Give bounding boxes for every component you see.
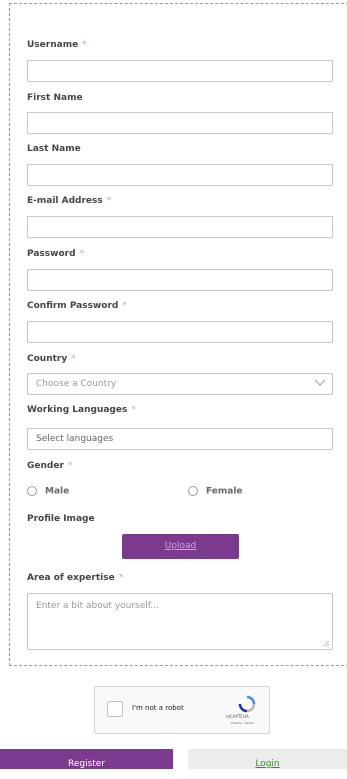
recaptcha-label: I'm not a robot	[132, 704, 184, 712]
recaptcha-checkbox[interactable]	[107, 701, 123, 717]
email-label: E-mail Address *	[27, 196, 112, 206]
profile-image-label: Profile Image	[27, 514, 95, 524]
radio-circle[interactable]	[27, 486, 37, 496]
expertise-label: Area of expertise *	[27, 573, 124, 583]
username-label: Username *	[27, 40, 87, 50]
username-input[interactable]	[27, 60, 333, 82]
confirm-password-label: Confirm Password *	[27, 301, 127, 311]
expertise-placeholder: Enter a bit about yourself...	[36, 601, 159, 611]
gender-label: Gender *	[27, 461, 73, 471]
expertise-textarea[interactable]: Enter a bit about yourself...	[27, 593, 333, 650]
gender-option-label: Female	[206, 486, 243, 497]
chevron-down-icon	[314, 379, 326, 386]
last-name-label: Last Name	[27, 144, 81, 154]
login-button[interactable]: Login	[188, 749, 347, 769]
first-name-input[interactable]	[27, 112, 333, 134]
gender-option-label: Male	[45, 486, 70, 497]
required-mark: *	[131, 405, 136, 415]
upload-button[interactable]: Upload	[122, 534, 239, 559]
working-languages-label: Working Languages *	[27, 405, 136, 415]
required-mark: *	[71, 354, 76, 364]
password-label: Password *	[27, 249, 85, 259]
register-button[interactable]: Register	[0, 749, 173, 769]
resize-handle-icon[interactable]	[323, 640, 330, 647]
recaptcha-links[interactable]: Privacy - Terms	[231, 721, 254, 725]
first-name-label: First Name	[27, 93, 83, 103]
gender-option-female[interactable]: Female	[188, 486, 243, 497]
gender-option-male[interactable]: Male	[27, 486, 69, 497]
required-mark: *	[82, 40, 87, 50]
confirm-password-input[interactable]	[27, 321, 333, 343]
required-mark: *	[122, 301, 127, 311]
required-mark: *	[118, 573, 124, 583]
radio-circle[interactable]	[188, 486, 198, 496]
languages-placeholder: Select languages	[36, 434, 114, 444]
last-name-input[interactable]	[27, 164, 333, 186]
country-select[interactable]: Choose a Country	[27, 373, 333, 395]
country-placeholder: Choose a Country	[36, 379, 117, 389]
recaptcha-widget: I'm not a robot reCAPTCHA Privacy - Term…	[94, 686, 270, 734]
required-mark: *	[67, 461, 73, 471]
working-languages-select[interactable]: Select languages	[27, 428, 333, 450]
email-input[interactable]	[27, 216, 333, 238]
recaptcha-logo-icon	[238, 695, 256, 713]
recaptcha-brand: reCAPTCHA	[226, 714, 249, 719]
password-input[interactable]	[27, 269, 333, 291]
country-label: Country *	[27, 354, 76, 364]
required-mark: *	[106, 196, 112, 206]
required-mark: *	[79, 249, 85, 259]
